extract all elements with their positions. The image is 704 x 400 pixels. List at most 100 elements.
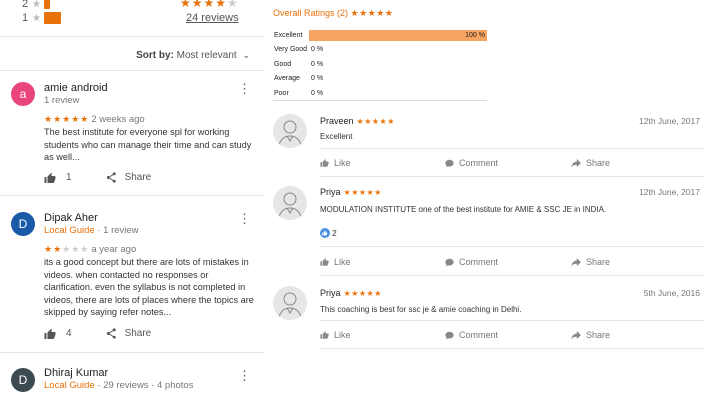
share-button[interactable]: Share bbox=[571, 257, 610, 267]
rating-bar: 0 % bbox=[309, 88, 487, 99]
share-button[interactable]: Share bbox=[571, 158, 610, 168]
histogram-bar bbox=[43, 0, 50, 9]
like-count: 2 bbox=[320, 228, 337, 238]
histogram-label: 2 bbox=[22, 0, 29, 10]
divider bbox=[0, 352, 264, 353]
reviewer-name[interactable]: Dipak Aher bbox=[44, 212, 98, 224]
rating-row-average: Average 0 % bbox=[273, 73, 487, 85]
share-icon bbox=[571, 257, 581, 267]
rating-bar-fill bbox=[309, 30, 487, 41]
histogram-label: 1 bbox=[22, 12, 29, 24]
like-button[interactable]: Like bbox=[320, 158, 351, 168]
rating-percent: 0 % bbox=[311, 61, 324, 68]
google-reviews-panel: 2 ★ 1 ★ ★★★★★ 24 reviews Sort by: Most r… bbox=[0, 0, 264, 400]
share-icon bbox=[571, 330, 581, 340]
thumb-up-icon bbox=[320, 159, 329, 167]
commenter-name: Priya ★★★★★ bbox=[320, 187, 382, 197]
overall-ratings-title: Overall Ratings (2) ★★★★★ bbox=[273, 8, 393, 19]
avatar[interactable]: D bbox=[11, 368, 35, 392]
like-button[interactable]: Like bbox=[320, 330, 351, 340]
comment-stars: ★★★★★ bbox=[356, 117, 395, 126]
thumb-up-icon bbox=[320, 258, 329, 266]
rating-row-very-good: Very Good 0 % bbox=[273, 44, 487, 56]
comment-label: Comment bbox=[459, 158, 499, 168]
rating-bar: 100 % bbox=[309, 30, 487, 41]
rating-bar: 0 % bbox=[309, 44, 487, 55]
review-actions: 1 Share bbox=[44, 172, 151, 183]
commenter-name: Priya ★★★★★ bbox=[320, 288, 382, 298]
total-reviews-link[interactable]: 24 reviews bbox=[186, 12, 239, 24]
comment-button[interactable]: Comment bbox=[445, 330, 498, 340]
avatar[interactable]: D bbox=[11, 212, 35, 236]
rating-bar: 0 % bbox=[309, 59, 487, 70]
like-label: Like bbox=[334, 330, 351, 340]
user-silhouette-icon bbox=[273, 114, 307, 148]
review-count: · 29 reviews · 4 photos bbox=[97, 380, 194, 391]
rating-bar: 0 % bbox=[309, 73, 487, 84]
divider bbox=[320, 176, 704, 177]
like-count-value: 2 bbox=[332, 228, 337, 238]
share-label: Share bbox=[124, 172, 152, 183]
rating-percent: 0 % bbox=[311, 90, 324, 97]
ratings-breakdown: Excellent 100 % Very Good 0 % Good 0 % A… bbox=[273, 26, 487, 101]
share-button[interactable]: Share bbox=[571, 330, 610, 340]
share-icon bbox=[106, 328, 116, 339]
local-guide-badge: Local Guide bbox=[44, 380, 95, 391]
comment-date: 12th June, 2017 bbox=[639, 187, 700, 197]
avatar[interactable]: a bbox=[11, 82, 35, 106]
thumb-up-icon[interactable] bbox=[44, 328, 56, 339]
comment-text: This coaching is best for ssc je & amie … bbox=[320, 305, 522, 314]
divider bbox=[320, 348, 704, 349]
comment-icon bbox=[445, 331, 454, 339]
share-button[interactable]: Share bbox=[106, 328, 152, 339]
reviewer-name[interactable]: Dhiraj Kumar bbox=[44, 367, 108, 379]
divider bbox=[0, 195, 264, 196]
divider bbox=[320, 320, 704, 321]
more-vert-icon[interactable]: ⋮ bbox=[238, 212, 251, 225]
like-count: 4 bbox=[66, 328, 72, 339]
site-reviews-panel: Overall Ratings (2) ★★★★★ Excellent 100 … bbox=[264, 0, 704, 400]
overall-ratings-label: Overall Ratings (2) bbox=[273, 8, 349, 18]
histogram-row-2: 2 ★ bbox=[22, 0, 50, 10]
rating-label: Excellent bbox=[274, 32, 303, 39]
review-stars: ★★★★★ 2 weeks ago bbox=[44, 114, 145, 125]
sort-dropdown[interactable]: Sort by: Most relevant ⌄ bbox=[136, 50, 250, 61]
review-stars: ★★★★★ a year ago bbox=[44, 244, 137, 255]
rating-percent: 100 % bbox=[465, 32, 485, 39]
rating-label: Very Good bbox=[274, 46, 308, 53]
review-time: a year ago bbox=[91, 244, 137, 255]
chevron-down-icon: ⌄ bbox=[242, 50, 250, 60]
comment-button[interactable]: Comment bbox=[445, 257, 498, 267]
commenter-name-text: Praveen bbox=[320, 116, 354, 126]
review-actions: 4 Share bbox=[44, 328, 151, 339]
reviewer-name[interactable]: amie android bbox=[44, 82, 108, 94]
divider bbox=[320, 148, 704, 149]
divider bbox=[320, 275, 704, 276]
like-button[interactable]: Like bbox=[320, 257, 351, 267]
rating-percent: 0 % bbox=[311, 75, 324, 82]
review-text: The best institute for everyone spl for … bbox=[44, 127, 252, 162]
comment-label: Comment bbox=[459, 257, 499, 267]
rating-label: Poor bbox=[274, 90, 289, 97]
like-label: Like bbox=[334, 158, 351, 168]
review-count: · 1 review bbox=[97, 225, 139, 236]
comment-button[interactable]: Comment bbox=[445, 158, 498, 168]
local-guide-badge: Local Guide bbox=[44, 225, 95, 236]
more-vert-icon[interactable]: ⋮ bbox=[238, 82, 251, 95]
share-label: Share bbox=[124, 328, 152, 339]
rating-row-excellent: Excellent 100 % bbox=[273, 30, 487, 42]
comment-icon bbox=[445, 159, 454, 167]
rating-row-good: Good 0 % bbox=[273, 59, 487, 71]
comment-text: Excellent bbox=[320, 132, 353, 141]
thumb-up-icon bbox=[320, 228, 330, 238]
star-icon: ★ bbox=[32, 0, 41, 10]
more-vert-icon[interactable]: ⋮ bbox=[238, 369, 251, 382]
divider bbox=[320, 246, 704, 247]
sort-label: Sort by: bbox=[136, 50, 174, 61]
share-button[interactable]: Share bbox=[106, 172, 152, 183]
share-label: Share bbox=[586, 330, 611, 340]
comment-label: Comment bbox=[459, 330, 499, 340]
divider bbox=[0, 70, 264, 71]
comment-date: 12th June, 2017 bbox=[639, 116, 700, 126]
thumb-up-icon[interactable] bbox=[44, 172, 56, 183]
